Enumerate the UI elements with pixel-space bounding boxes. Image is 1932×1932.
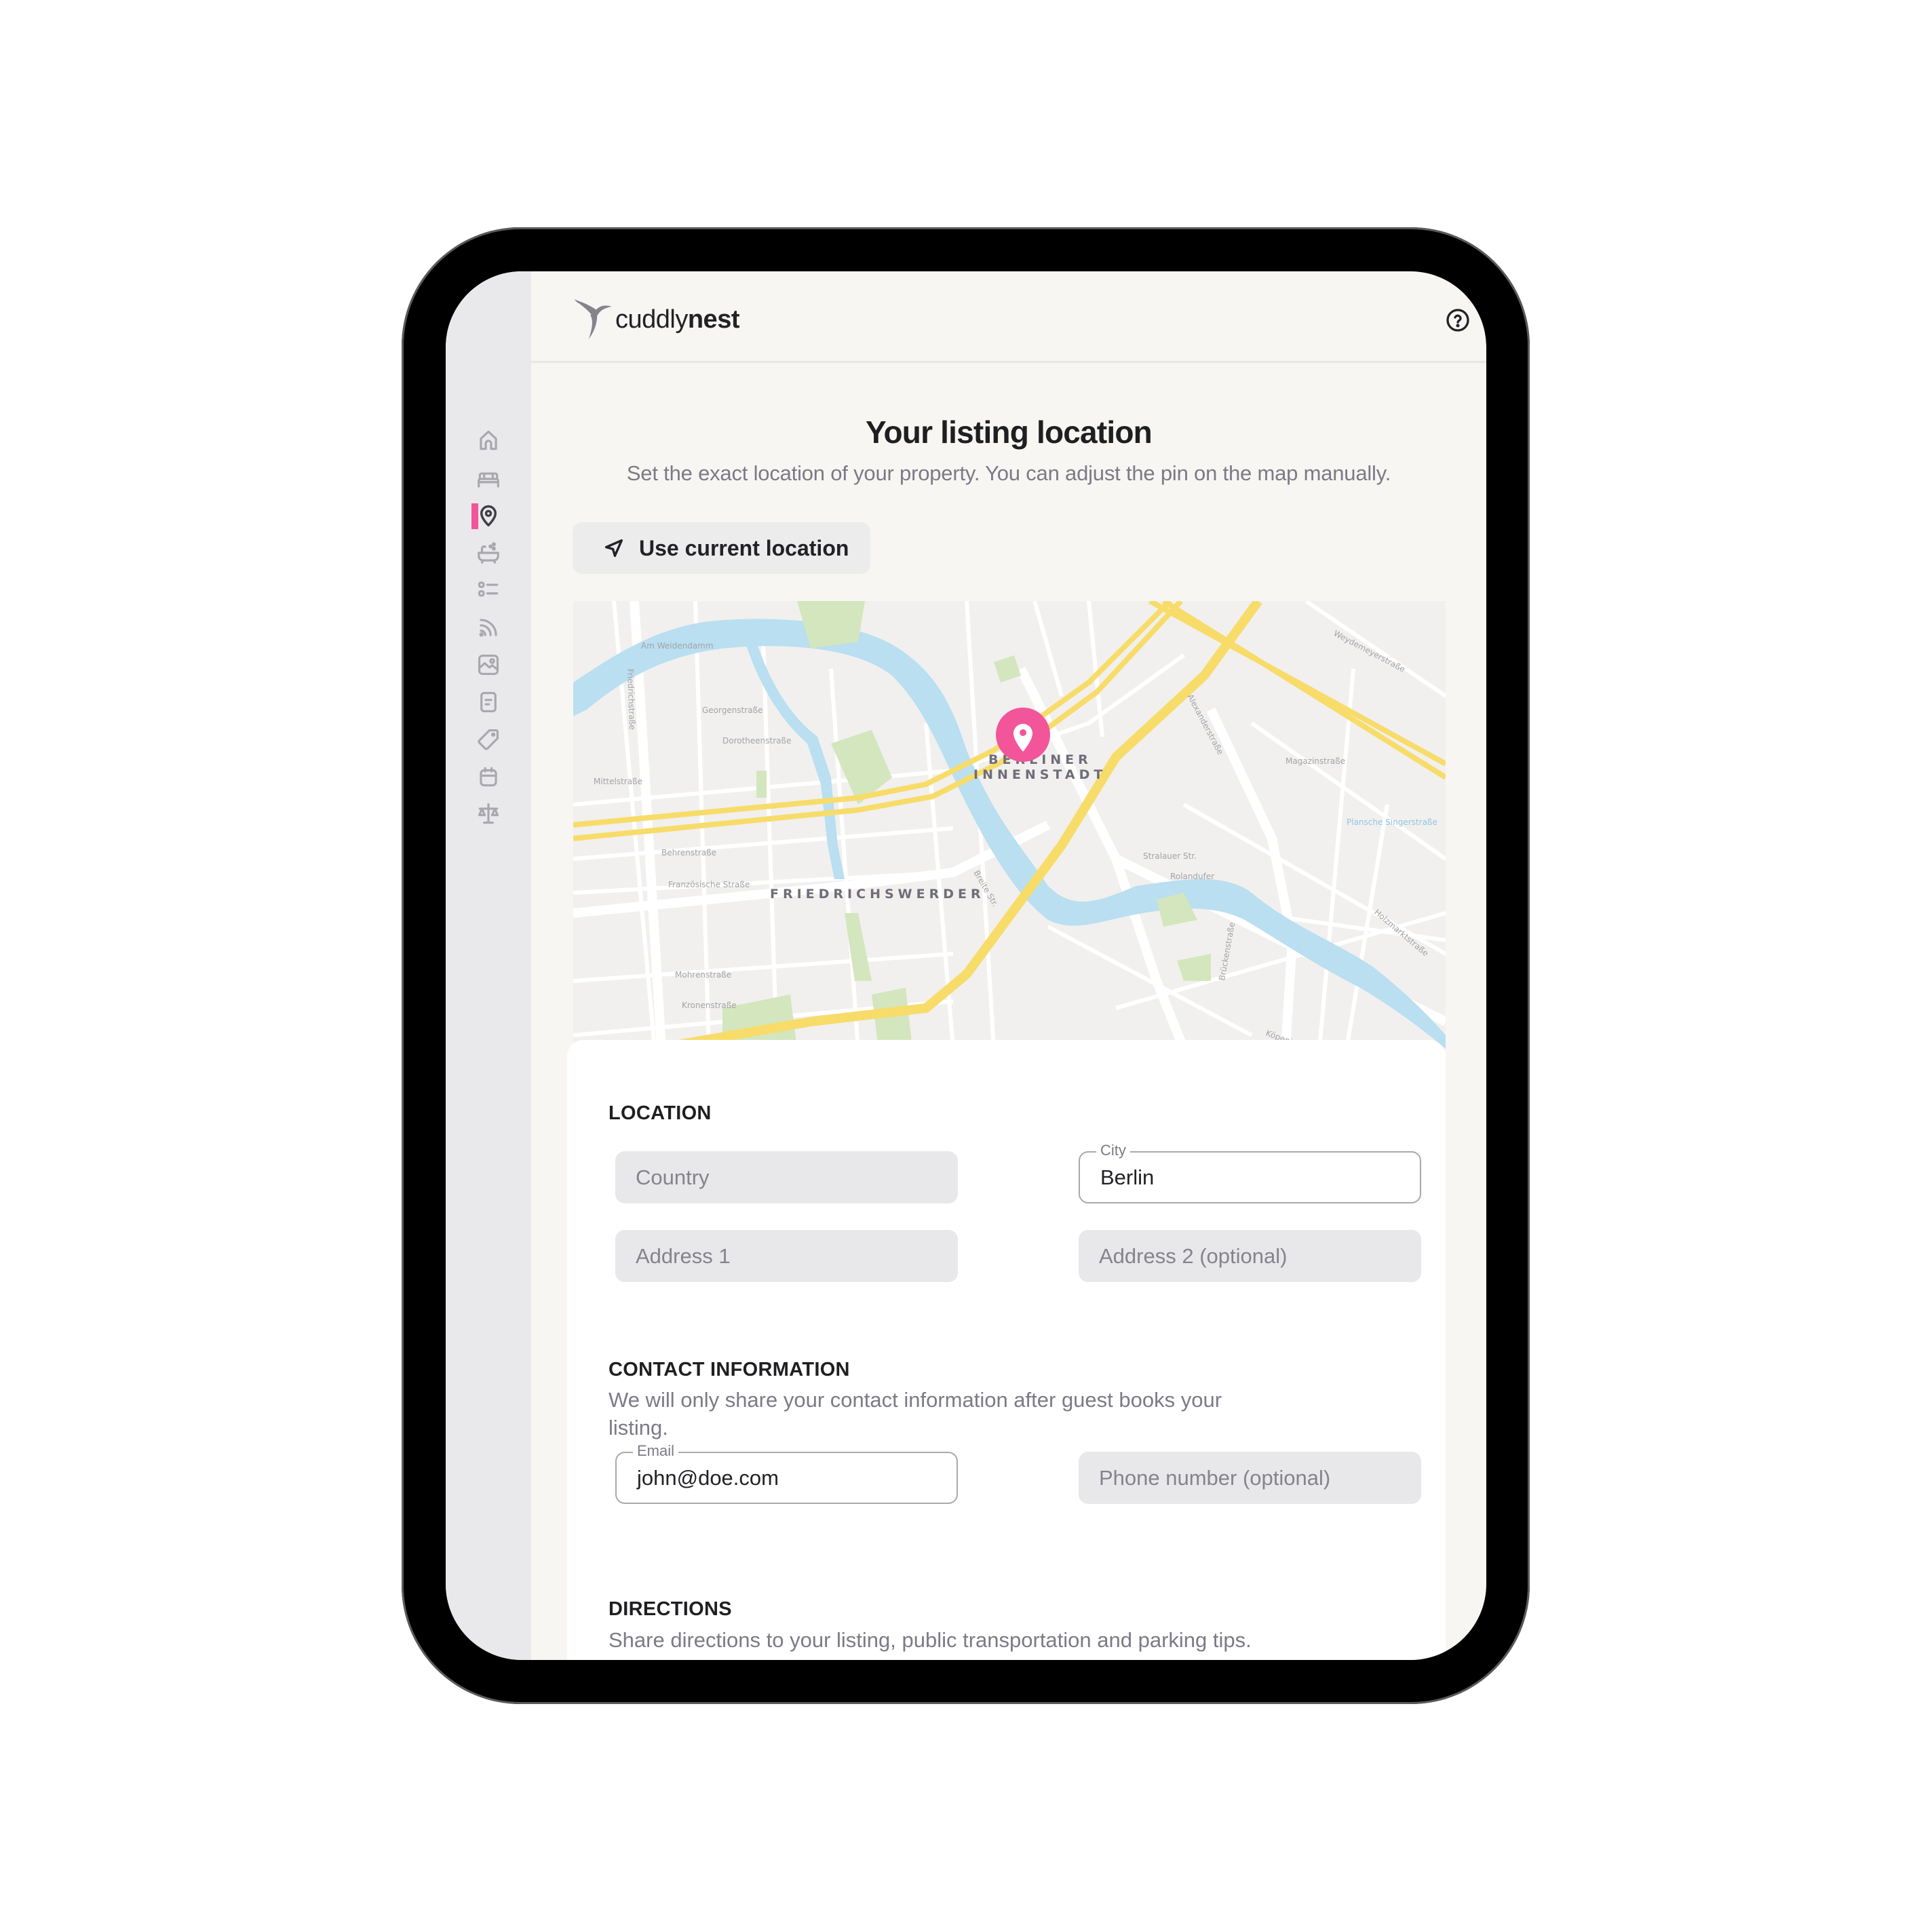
email-value: john@doe.com — [637, 1465, 779, 1490]
directions-section-heading: DIRECTIONS — [608, 1598, 732, 1620]
country-placeholder: Country — [636, 1165, 710, 1189]
contact-section-heading: CONTACT INFORMATION — [608, 1359, 850, 1380]
page-title: Your listing location — [866, 414, 1153, 450]
address1-placeholder: Address 1 — [636, 1243, 731, 1268]
sidebar-item-pricing[interactable] — [446, 719, 531, 760]
country-field[interactable]: Country — [615, 1151, 958, 1203]
sidebar-item-bedrooms[interactable] — [446, 459, 531, 499]
help-circle-icon[interactable] — [1446, 308, 1470, 332]
use-current-location-button[interactable]: Use current location — [573, 522, 870, 574]
map-canvas[interactable]: BERLINER INNENSTADT FRIEDRICHSWERDER Am … — [573, 601, 1446, 1049]
street-label: Plansche Singerstraße — [1347, 817, 1437, 827]
sidebar-item-calendar[interactable] — [446, 756, 531, 797]
location-pin-icon — [480, 505, 497, 526]
sidebar-item-connectivity[interactable] — [446, 607, 531, 648]
address2-field[interactable]: Address 2 (optional) — [1079, 1230, 1421, 1282]
contact-section-description: We will only share your contact informat… — [608, 1388, 1222, 1440]
sidebar — [446, 271, 531, 1660]
street-label: Mohrenstraße — [675, 970, 731, 980]
map-pin-icon[interactable] — [996, 708, 1050, 762]
calendar-icon — [480, 767, 497, 787]
tag-icon — [478, 729, 499, 750]
street-label: Behrenstraße — [661, 848, 716, 857]
navigation-arrow-icon — [604, 539, 623, 558]
street-label: Friedrichstraße — [625, 669, 637, 730]
phone-placeholder: Phone number (optional) — [1099, 1465, 1331, 1490]
street-label: Französische Straße — [668, 880, 750, 889]
sidebar-item-bathrooms[interactable] — [446, 533, 531, 573]
district-label-friedrichswerder: FRIEDRICHSWERDER — [770, 887, 985, 902]
sidebar-item-rules[interactable] — [446, 794, 531, 834]
wifi-signal-icon — [479, 619, 497, 637]
street-label: Am Weidendamm — [641, 641, 714, 651]
scale-icon — [478, 803, 499, 824]
hummingbird-logo-icon — [574, 299, 612, 339]
street-label: Mittelstraße — [594, 777, 642, 786]
app-screen: cuddlynest Your listing location Set the… — [446, 271, 1486, 1660]
street-label: Weydemeyerstraße — [1332, 628, 1407, 674]
sidebar-item-description[interactable] — [446, 682, 531, 722]
list-icon — [478, 581, 499, 597]
page-subtitle: Set the exact location of your property.… — [626, 461, 1391, 485]
street-label: Rolandufer — [1170, 872, 1214, 881]
brand-name-bold: nest — [687, 305, 740, 334]
street-label: Stralauer Str. — [1143, 851, 1197, 861]
bed-icon — [478, 472, 499, 488]
location-section-heading: LOCATION — [608, 1102, 712, 1124]
city-value: Berlin — [1100, 1165, 1155, 1189]
email-field-label: Email — [633, 1442, 679, 1460]
parks — [722, 601, 1211, 1049]
email-field[interactable]: Email john@doe.com — [615, 1442, 958, 1504]
brand-name-light: cuddly — [615, 305, 688, 334]
image-icon — [478, 654, 499, 676]
phone-field[interactable]: Phone number (optional) — [1079, 1452, 1421, 1504]
city-field[interactable]: City Berlin — [1079, 1142, 1421, 1203]
sidebar-item-amenities[interactable] — [446, 570, 531, 611]
bathtub-icon — [478, 542, 499, 564]
street-label: Dorotheenstraße — [722, 736, 791, 746]
document-icon — [480, 691, 497, 713]
sidebar-item-photos[interactable] — [446, 644, 531, 685]
street-label: Kronenstraße — [682, 1001, 737, 1010]
sidebar-item-location[interactable] — [446, 495, 531, 536]
home-icon — [480, 430, 497, 450]
directions-section-description: Share directions to your listing, public… — [608, 1628, 1252, 1652]
sidebar-item-home[interactable] — [446, 420, 531, 461]
street-label: Magazinstraße — [1286, 756, 1345, 766]
address1-field[interactable]: Address 1 — [615, 1230, 958, 1282]
active-indicator — [471, 503, 478, 529]
use-current-location-label: Use current location — [639, 535, 849, 560]
location-map[interactable]: BERLINER INNENSTADT FRIEDRICHSWERDER Am … — [573, 601, 1446, 1049]
top-header: cuddlynest — [531, 271, 1486, 363]
brand-logo[interactable]: cuddlynest — [572, 295, 739, 341]
city-field-label: City — [1096, 1142, 1130, 1159]
street-label: Georgenstraße — [702, 706, 763, 715]
district-label-innenstadt: INNENSTADT — [973, 767, 1106, 782]
form-card: LOCATION Country City Berlin Address 1 A… — [567, 1040, 1446, 1660]
address2-placeholder: Address 2 (optional) — [1099, 1243, 1288, 1268]
